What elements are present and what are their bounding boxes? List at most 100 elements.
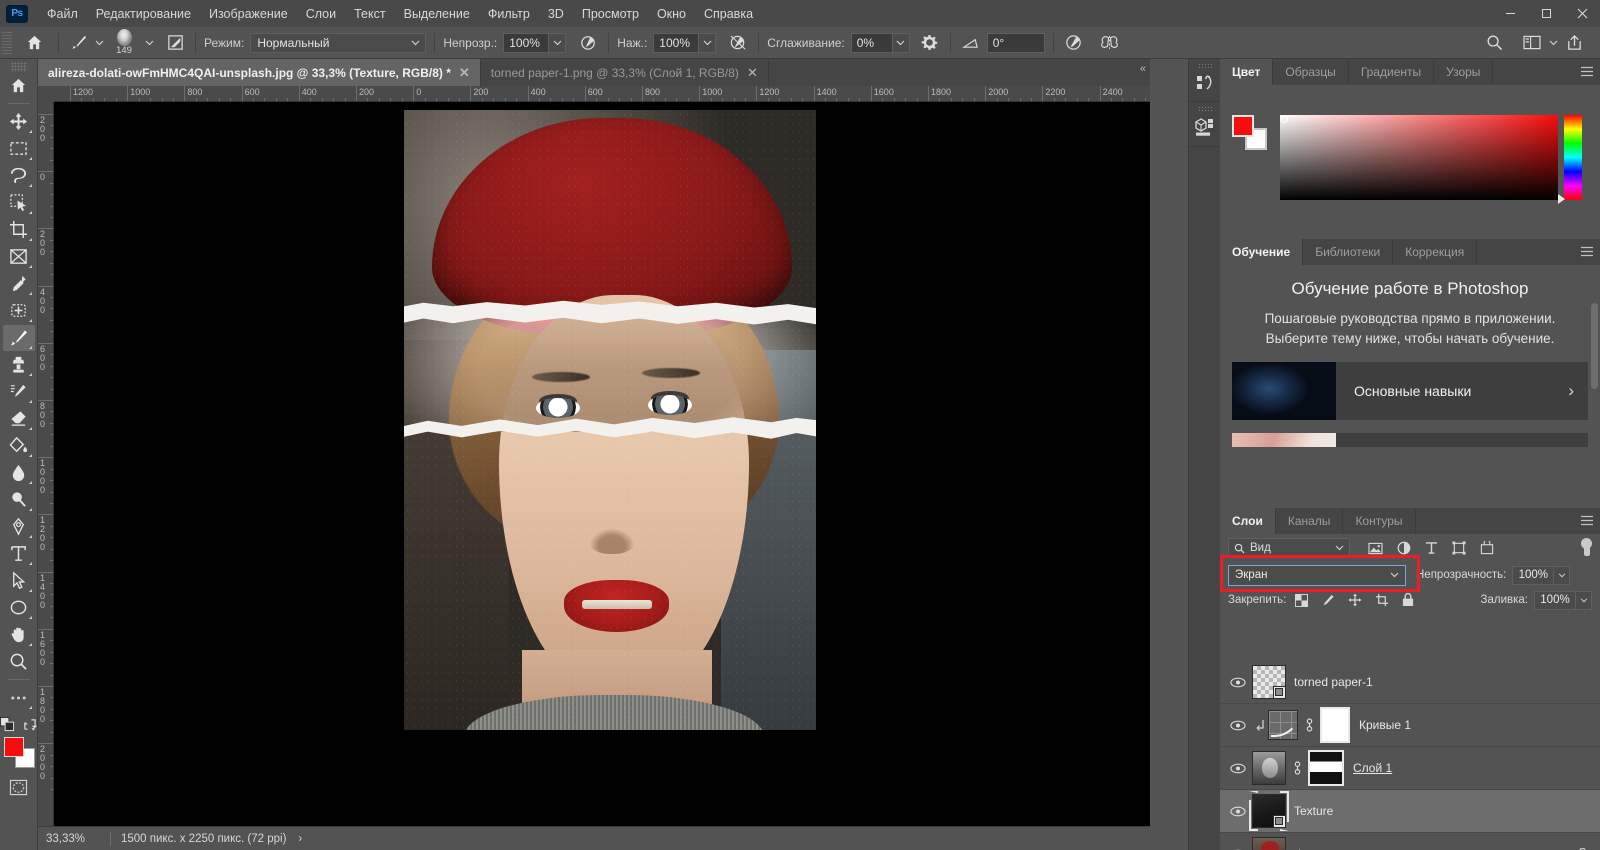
smoothing-chevron-down-icon[interactable] (892, 32, 910, 53)
table-row[interactable]: torned paper-1 (1220, 661, 1600, 704)
close-button[interactable] (1564, 0, 1600, 27)
foreground-color-swatch[interactable] (1232, 115, 1254, 137)
color-panel-swatches[interactable] (1232, 115, 1268, 151)
tool-rectangular-marquee[interactable] (3, 136, 35, 162)
tool-spot-healing[interactable] (3, 298, 35, 324)
link-mask-icon[interactable] (1304, 717, 1315, 733)
workspace-icon[interactable] (1520, 30, 1544, 56)
layer-thumbnail-curves[interactable] (1268, 710, 1298, 740)
tool-object-selection[interactable] (3, 190, 35, 216)
menu-item-filter[interactable]: Фильтр (479, 3, 539, 25)
menu-item-window[interactable]: Окно (648, 3, 695, 25)
layer-mask-thumbnail[interactable] (1308, 750, 1344, 786)
hue-strip[interactable] (1558, 115, 1582, 204)
learn-panel-scrollbar[interactable] (1591, 297, 1598, 502)
layer-thumbnail[interactable] (1252, 837, 1286, 850)
tool-dodge[interactable] (3, 487, 35, 513)
tab-paths[interactable]: Контуры (1343, 508, 1416, 534)
lock-image-icon[interactable] (1321, 593, 1335, 607)
tool-clone-stamp[interactable] (3, 352, 35, 378)
tab-layers[interactable]: Слои (1220, 508, 1276, 534)
learn-card-next[interactable] (1232, 432, 1588, 447)
tab-swatches[interactable]: Образцы (1273, 59, 1349, 85)
tool-ellipse[interactable] (3, 595, 35, 621)
chevron-right-icon[interactable]: › (1568, 381, 1574, 401)
layer-name[interactable]: Кривые 1 (1359, 718, 1411, 732)
default-colors-icon[interactable] (0, 717, 15, 732)
tablet-pressure-icon[interactable] (1062, 30, 1086, 56)
table-row[interactable]: Фон (1220, 833, 1600, 850)
layer-fill-chevron-down-icon[interactable] (1576, 590, 1592, 610)
layer-thumbnail[interactable] (1252, 751, 1286, 785)
tool-lasso[interactable] (3, 163, 35, 189)
smoothing-input[interactable]: 0% (850, 32, 893, 53)
panel-menu-icon[interactable] (1580, 515, 1594, 526)
layer-name[interactable]: torned paper-1 (1294, 675, 1373, 689)
rail-grip[interactable] (1198, 106, 1212, 112)
chevron-right-icon[interactable]: › (298, 833, 302, 845)
gear-icon[interactable] (918, 30, 942, 56)
tool-pen[interactable] (3, 514, 35, 540)
symmetry-butterfly-icon[interactable] (1098, 30, 1122, 56)
tool-crop[interactable] (3, 217, 35, 243)
image-filter-icon[interactable] (1368, 542, 1383, 555)
eye-icon[interactable] (1224, 763, 1252, 774)
scrollbar-thumb[interactable] (1591, 303, 1598, 389)
workspace-chevron-down-icon[interactable] (1544, 30, 1562, 56)
lock-transparency-icon[interactable] (1295, 593, 1309, 607)
panel-menu-icon[interactable] (1580, 246, 1594, 257)
tab-gradients[interactable]: Градиенты (1348, 59, 1435, 85)
learn-card-basic-skills[interactable]: Основные навыки › (1232, 361, 1588, 420)
tab-patterns[interactable]: Узоры (1434, 59, 1494, 85)
layer-mask-thumbnail[interactable] (1320, 707, 1350, 743)
layer-opacity-chevron-down-icon[interactable] (1554, 565, 1571, 585)
lock-position-icon[interactable] (1348, 593, 1362, 607)
layer-opacity-input[interactable]: 100% (1512, 565, 1555, 585)
color-spectrum-field[interactable] (1280, 115, 1558, 200)
tool-brush[interactable] (2, 324, 35, 351)
flow-chevron-down-icon[interactable] (699, 32, 717, 53)
flow-input[interactable]: 100% (653, 32, 700, 53)
table-row[interactable]: Texture (1220, 790, 1600, 833)
eye-icon[interactable] (1224, 806, 1252, 817)
tool-move[interactable] (3, 109, 35, 135)
foreground-color-swatch[interactable] (3, 737, 24, 757)
share-icon[interactable] (1562, 30, 1586, 56)
tool-history-brush[interactable] (3, 379, 35, 405)
menu-item-view[interactable]: Просмотр (573, 3, 648, 25)
tool-paint-bucket[interactable] (3, 433, 35, 459)
tab-adjustments[interactable]: Коррекция (1393, 239, 1478, 265)
tool-home[interactable] (3, 73, 35, 99)
close-icon[interactable]: ✕ (747, 66, 758, 79)
layer-blend-mode-select[interactable]: Экран (1228, 564, 1406, 586)
menu-item-select[interactable]: Выделение (395, 3, 479, 25)
brush-settings-panel-icon[interactable] (163, 30, 187, 56)
zoom-level[interactable]: 33,33% (38, 833, 110, 845)
pressure-opacity-icon[interactable] (726, 30, 750, 56)
tool-type[interactable] (3, 541, 35, 567)
expand-panels-icon[interactable]: « (1140, 63, 1146, 75)
tool-eyedropper[interactable] (3, 271, 35, 297)
layer-fill-input[interactable]: 100% (1534, 590, 1576, 610)
tool-path-selection[interactable] (3, 568, 35, 594)
layer-name[interactable]: Слой 1 (1353, 761, 1392, 775)
home-icon[interactable] (18, 30, 50, 56)
edit-toolbar-ellipsis-icon[interactable] (3, 685, 35, 711)
eye-icon[interactable] (1224, 677, 1252, 688)
rail-item-properties[interactable] (1189, 102, 1221, 147)
menu-item-layers[interactable]: Слои (297, 3, 345, 25)
tool-frame[interactable] (3, 244, 35, 270)
smart-object-filter-icon[interactable] (1480, 541, 1494, 555)
menu-item-help[interactable]: Справка (695, 3, 762, 25)
brush-size-chevron-down-icon[interactable] (141, 30, 157, 56)
options-bar-grip[interactable] (2, 31, 12, 54)
color-swatches[interactable] (3, 736, 35, 768)
adjustment-filter-icon[interactable] (1397, 541, 1411, 555)
lock-all-icon[interactable] (1402, 593, 1414, 607)
tools-panel-grip[interactable] (10, 62, 27, 72)
layer-name[interactable]: Texture (1294, 804, 1333, 818)
menu-item-text[interactable]: Текст (345, 3, 394, 25)
tool-hand[interactable] (3, 622, 35, 648)
image-canvas[interactable] (54, 102, 1150, 834)
table-row[interactable]: Слой 1 (1220, 747, 1600, 790)
